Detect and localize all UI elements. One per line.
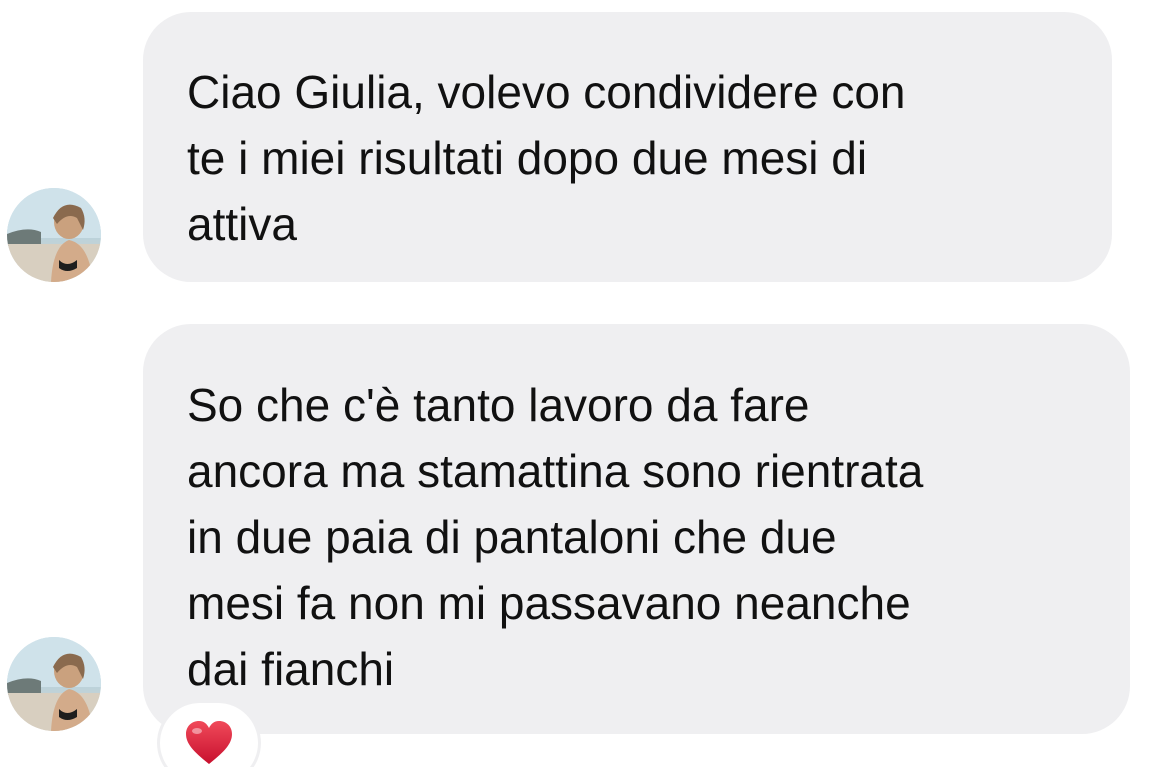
message-text-line: in due paia di pantaloni che due [187, 511, 837, 563]
avatar-photo [7, 188, 101, 282]
heart-icon [186, 721, 232, 764]
avatar-photo [7, 637, 101, 731]
message-text-line: te i miei risultati dopo due mesi di [187, 132, 868, 184]
message-text-line: attiva [187, 198, 297, 250]
chat-thread: Ciao Giulia, volevo condividere con te i… [0, 0, 1170, 767]
message-text-line: Ciao Giulia, volevo condividere con [187, 66, 906, 118]
message-bubble[interactable]: Ciao Giulia, volevo condividere con te i… [143, 12, 1112, 282]
message-bubble[interactable]: So che c'è tanto lavoro da fare ancora m… [143, 324, 1130, 734]
reaction-badge[interactable] [160, 703, 258, 767]
message-text-line: ancora ma stamattina sono rientrata [187, 445, 924, 497]
avatar[interactable] [7, 637, 101, 731]
message-text-line: dai fianchi [187, 643, 395, 695]
message-text-line: So che c'è tanto lavoro da fare [187, 379, 810, 431]
avatar[interactable] [7, 188, 101, 282]
message-text-line: mesi fa non mi passavano neanche [187, 577, 911, 629]
